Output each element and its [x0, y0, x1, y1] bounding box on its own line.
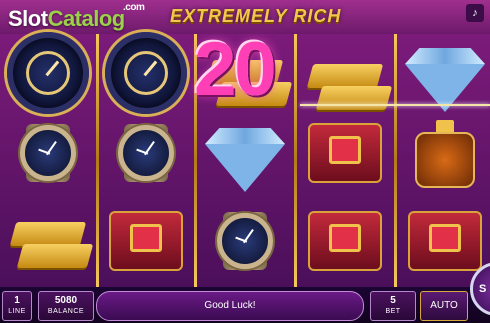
watch-symbol — [197, 202, 293, 280]
clock-symbol — [98, 32, 194, 114]
balance-panel: 5080 BALANCE — [38, 291, 94, 321]
win-amount: 20 — [194, 27, 277, 112]
watch-symbol — [0, 114, 96, 192]
balance-label: BALANCE — [47, 308, 85, 315]
ring-symbol — [297, 202, 393, 280]
bet-panel[interactable]: 5 BET — [370, 291, 416, 321]
watermark-com: .com — [123, 2, 145, 13]
lines-label: LINE — [8, 308, 26, 315]
balance-value: 5080 — [54, 295, 78, 306]
bottom-bar: 1 LINE 5080 BALANCE Good Luck! 5 BET AUT… — [0, 287, 490, 323]
game-screen: SlotCatalog .com EXTREMELY RICH ♪ 20 1 L… — [0, 0, 490, 323]
gold-bars-symbol — [0, 202, 96, 280]
watermark-slot: Slot — [8, 6, 48, 31]
diamond-symbol — [397, 34, 490, 112]
diamond-symbol — [197, 114, 293, 192]
game-title: EXTREMELY RICH — [170, 6, 342, 26]
ring-symbol — [98, 202, 194, 280]
auto-button[interactable]: AUTO — [420, 291, 468, 321]
cognac-bottle-symbol — [397, 114, 490, 192]
win-line — [300, 104, 490, 106]
watch-symbol — [98, 114, 194, 192]
ring-symbol — [397, 202, 490, 280]
gold-bars-symbol — [297, 34, 393, 112]
watermark-catalog: Catalog — [47, 6, 126, 31]
lines-panel[interactable]: 1 LINE — [2, 291, 32, 321]
bet-value: 5 — [390, 295, 396, 306]
slotcatalog-watermark: SlotCatalog .com — [8, 2, 145, 32]
lines-value: 1 — [14, 295, 20, 306]
bet-label: BET — [385, 308, 401, 315]
ring-symbol — [297, 114, 393, 192]
speaker-icon[interactable]: ♪ — [466, 4, 484, 22]
clock-symbol — [0, 32, 96, 114]
status-message: Good Luck! — [96, 291, 364, 321]
